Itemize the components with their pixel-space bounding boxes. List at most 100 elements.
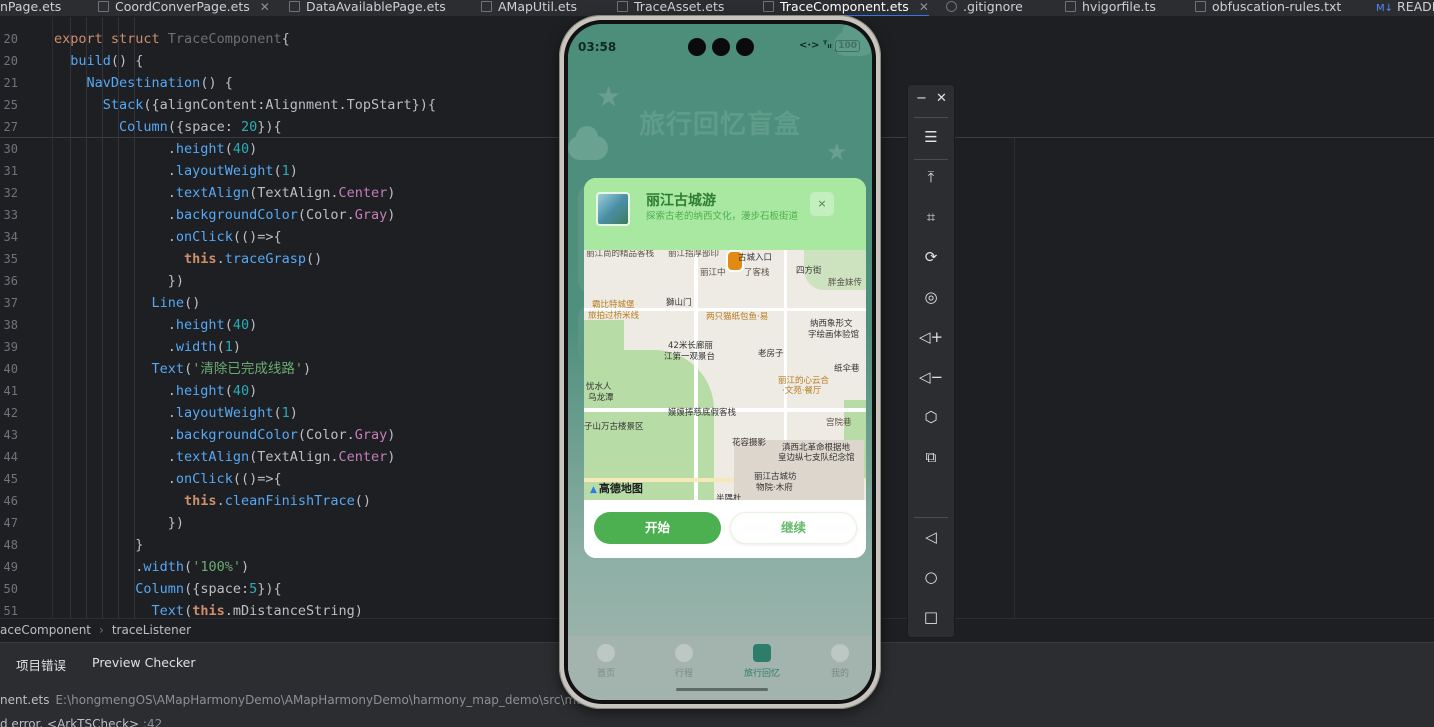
cloud-icon: [834, 24, 872, 56]
breadcrumb-item[interactable]: traceListener: [112, 623, 191, 637]
close-icon[interactable]: ✕: [919, 0, 929, 14]
dialog-header: 丽江古城游 探索古老的纳西文化，漫步石板街道 ×: [584, 178, 866, 250]
tab-dataavailablepage[interactable]: DataAvailablePage.ets: [289, 0, 446, 16]
tab-hvigorfile[interactable]: hvigorfile.ts: [1065, 0, 1156, 16]
tab-label: READM: [1397, 0, 1434, 14]
tab-label: CoordConverPage.ets: [115, 0, 250, 14]
nav-home[interactable]: 首页: [576, 644, 636, 679]
dialog-actions: 开始 继续: [584, 500, 866, 558]
map-label: 花容摄影: [732, 438, 767, 448]
start-button[interactable]: 开始: [594, 512, 721, 544]
dialog-subtitle: 探索古老的纳西文化，漫步石板街道: [646, 211, 799, 222]
back-icon[interactable]: ◁: [917, 523, 945, 551]
markdown-icon: M↓: [1376, 3, 1394, 14]
problem-file-row[interactable]: nent.ets E:\hongmengOS\AMapHarmonyDemo\AM…: [0, 693, 584, 707]
map-label: 丽江中: [700, 268, 726, 278]
signal-icon: <·> ᵀᵢₗ: [798, 40, 832, 51]
tab-gitignore[interactable]: .gitignore: [946, 0, 1023, 16]
map-label: 江第一观景台: [664, 352, 716, 362]
tab-label: AMapUtil.ets: [498, 0, 578, 14]
tab-coordconverpage[interactable]: CoordConverPage.ets ✕: [98, 0, 270, 16]
breadcrumb-item[interactable]: aceComponent: [0, 623, 91, 637]
nav-label: 我的: [830, 669, 849, 679]
home-icon[interactable]: ○: [917, 563, 945, 591]
itinerary-icon: [675, 644, 693, 662]
map-label: 纸伞巷: [834, 364, 860, 374]
recents-icon[interactable]: □: [917, 603, 945, 631]
nav-trips[interactable]: 行程: [654, 644, 714, 679]
camera-cutout: [736, 38, 754, 56]
tab-label: TraceComponent.ets: [780, 0, 909, 14]
problem-row[interactable]: d error. <ArkTSCheck> :42: [0, 717, 162, 727]
tab-label: obfuscation-rules.txt: [1212, 0, 1342, 14]
file-icon: [98, 1, 109, 12]
nav-profile[interactable]: 我的: [810, 644, 870, 679]
close-button[interactable]: ✕: [936, 91, 947, 106]
problem-file-name: nent.ets: [0, 693, 50, 707]
rotate-icon[interactable]: ⟳: [917, 243, 945, 271]
map-label: 乌龙潭: [588, 393, 614, 403]
multi-device-icon[interactable]: ⧉: [917, 443, 945, 471]
device-screen[interactable]: 03:58 <·> ᵀᵢₗ 100 ★ ★ 旅行回忆盲盒 丽江古城游 探索古老的…: [568, 24, 872, 700]
route-dialog: 丽江古城游 探索古老的纳西文化，漫步石板街道 × 丽江尚的精品客栈 丽江指厚部印…: [584, 178, 866, 558]
dialog-title: 丽江古城游: [646, 193, 716, 209]
map-label: 四方街: [796, 266, 822, 276]
nav-travel-memories[interactable]: 旅行回忆: [732, 644, 792, 679]
map-label: 子山万古楼景区: [584, 422, 644, 432]
map-label: 两只猫纸包鱼·易: [706, 312, 769, 322]
nav-label: 旅行回忆: [743, 669, 780, 679]
route-thumbnail: [596, 192, 630, 226]
screenshot-crop-icon[interactable]: ⌗: [917, 203, 945, 231]
file-icon: [289, 1, 300, 12]
status-bar: 03:58 <·> ᵀᵢₗ 100: [568, 24, 872, 60]
menu-icon[interactable]: ☰: [917, 123, 945, 151]
right-margin-guide: [1014, 137, 1015, 618]
tab-project-errors[interactable]: 项目错误: [16, 655, 66, 674]
tab-readme[interactable]: M↓READM: [1376, 0, 1434, 16]
file-icon: [763, 1, 774, 12]
map-label: 古城入口: [738, 253, 773, 263]
tab-npage[interactable]: nPage.ets: [0, 0, 61, 16]
home-icon: [597, 644, 615, 662]
text-file-icon: [1195, 1, 1206, 12]
map-label: ·文苑·餐厅: [782, 386, 822, 396]
tab-amaputil[interactable]: AMapUtil.ets: [481, 0, 578, 16]
map-label: 字绘画体验馆: [808, 330, 860, 340]
tab-preview-checker[interactable]: Preview Checker: [92, 655, 195, 670]
nav-label: 首页: [596, 669, 615, 679]
close-icon[interactable]: ✕: [260, 0, 270, 14]
volume-down-icon[interactable]: ◁−: [917, 363, 945, 391]
map-label: 獅山门: [666, 298, 692, 308]
home-indicator[interactable]: [676, 688, 768, 691]
minimize-button[interactable]: −: [916, 91, 927, 106]
star-icon: ★: [826, 138, 848, 166]
map-label: 胖金妹传: [828, 278, 863, 288]
amap-logo: 高德地图: [590, 480, 643, 496]
tab-label: TraceAsset.ets: [634, 0, 725, 14]
problem-location: :42: [142, 717, 163, 727]
continue-button[interactable]: 继续: [730, 512, 857, 544]
breadcrumb-separator: ›: [99, 623, 104, 637]
file-icon: [481, 1, 492, 12]
camera-cutout: [688, 38, 706, 56]
map-label: 丽江尚的精品客栈: [586, 250, 655, 259]
pin-to-top-icon[interactable]: ⤒: [917, 163, 945, 191]
dialog-close-button[interactable]: ×: [810, 192, 834, 216]
map-label: 宫院巷: [826, 418, 852, 428]
problem-text: d error. <ArkTSCheck>: [0, 717, 140, 727]
app-title: 旅行回忆盲盒: [638, 110, 801, 140]
map-view[interactable]: 丽江尚的精品客栈 丽江指厚部印 古城入口 四方街 胖金妹传 丽江中 了客栈 獅山…: [584, 250, 866, 500]
problem-file-path: E:\hongmengOS\AMapHarmonyDemo\AMapHarmon…: [55, 693, 584, 707]
tab-label: DataAvailablePage.ets: [306, 0, 446, 14]
screen-record-icon[interactable]: ◎: [917, 283, 945, 311]
emulator-toolbar: − ✕ ☰ ⤒ ⌗ ⟳ ◎ ◁+ ◁− ⬡ ⧉ ◁ ○ □: [907, 84, 955, 638]
tab-obfuscation-rules[interactable]: obfuscation-rules.txt: [1195, 0, 1342, 16]
rotate-device-icon[interactable]: ⬡: [917, 403, 945, 431]
phone-emulator: 03:58 <·> ᵀᵢₗ 100 ★ ★ 旅行回忆盲盒 丽江古城游 探索古老的…: [559, 15, 881, 709]
map-label: 嫫嫫捧慈底假客栈: [668, 408, 737, 418]
map-label: 老房子: [758, 349, 784, 359]
memory-box-icon: [753, 644, 771, 662]
volume-up-icon[interactable]: ◁+: [917, 323, 945, 351]
profile-icon: [831, 644, 849, 662]
map-label: 旅拍过桥米线: [588, 311, 640, 321]
